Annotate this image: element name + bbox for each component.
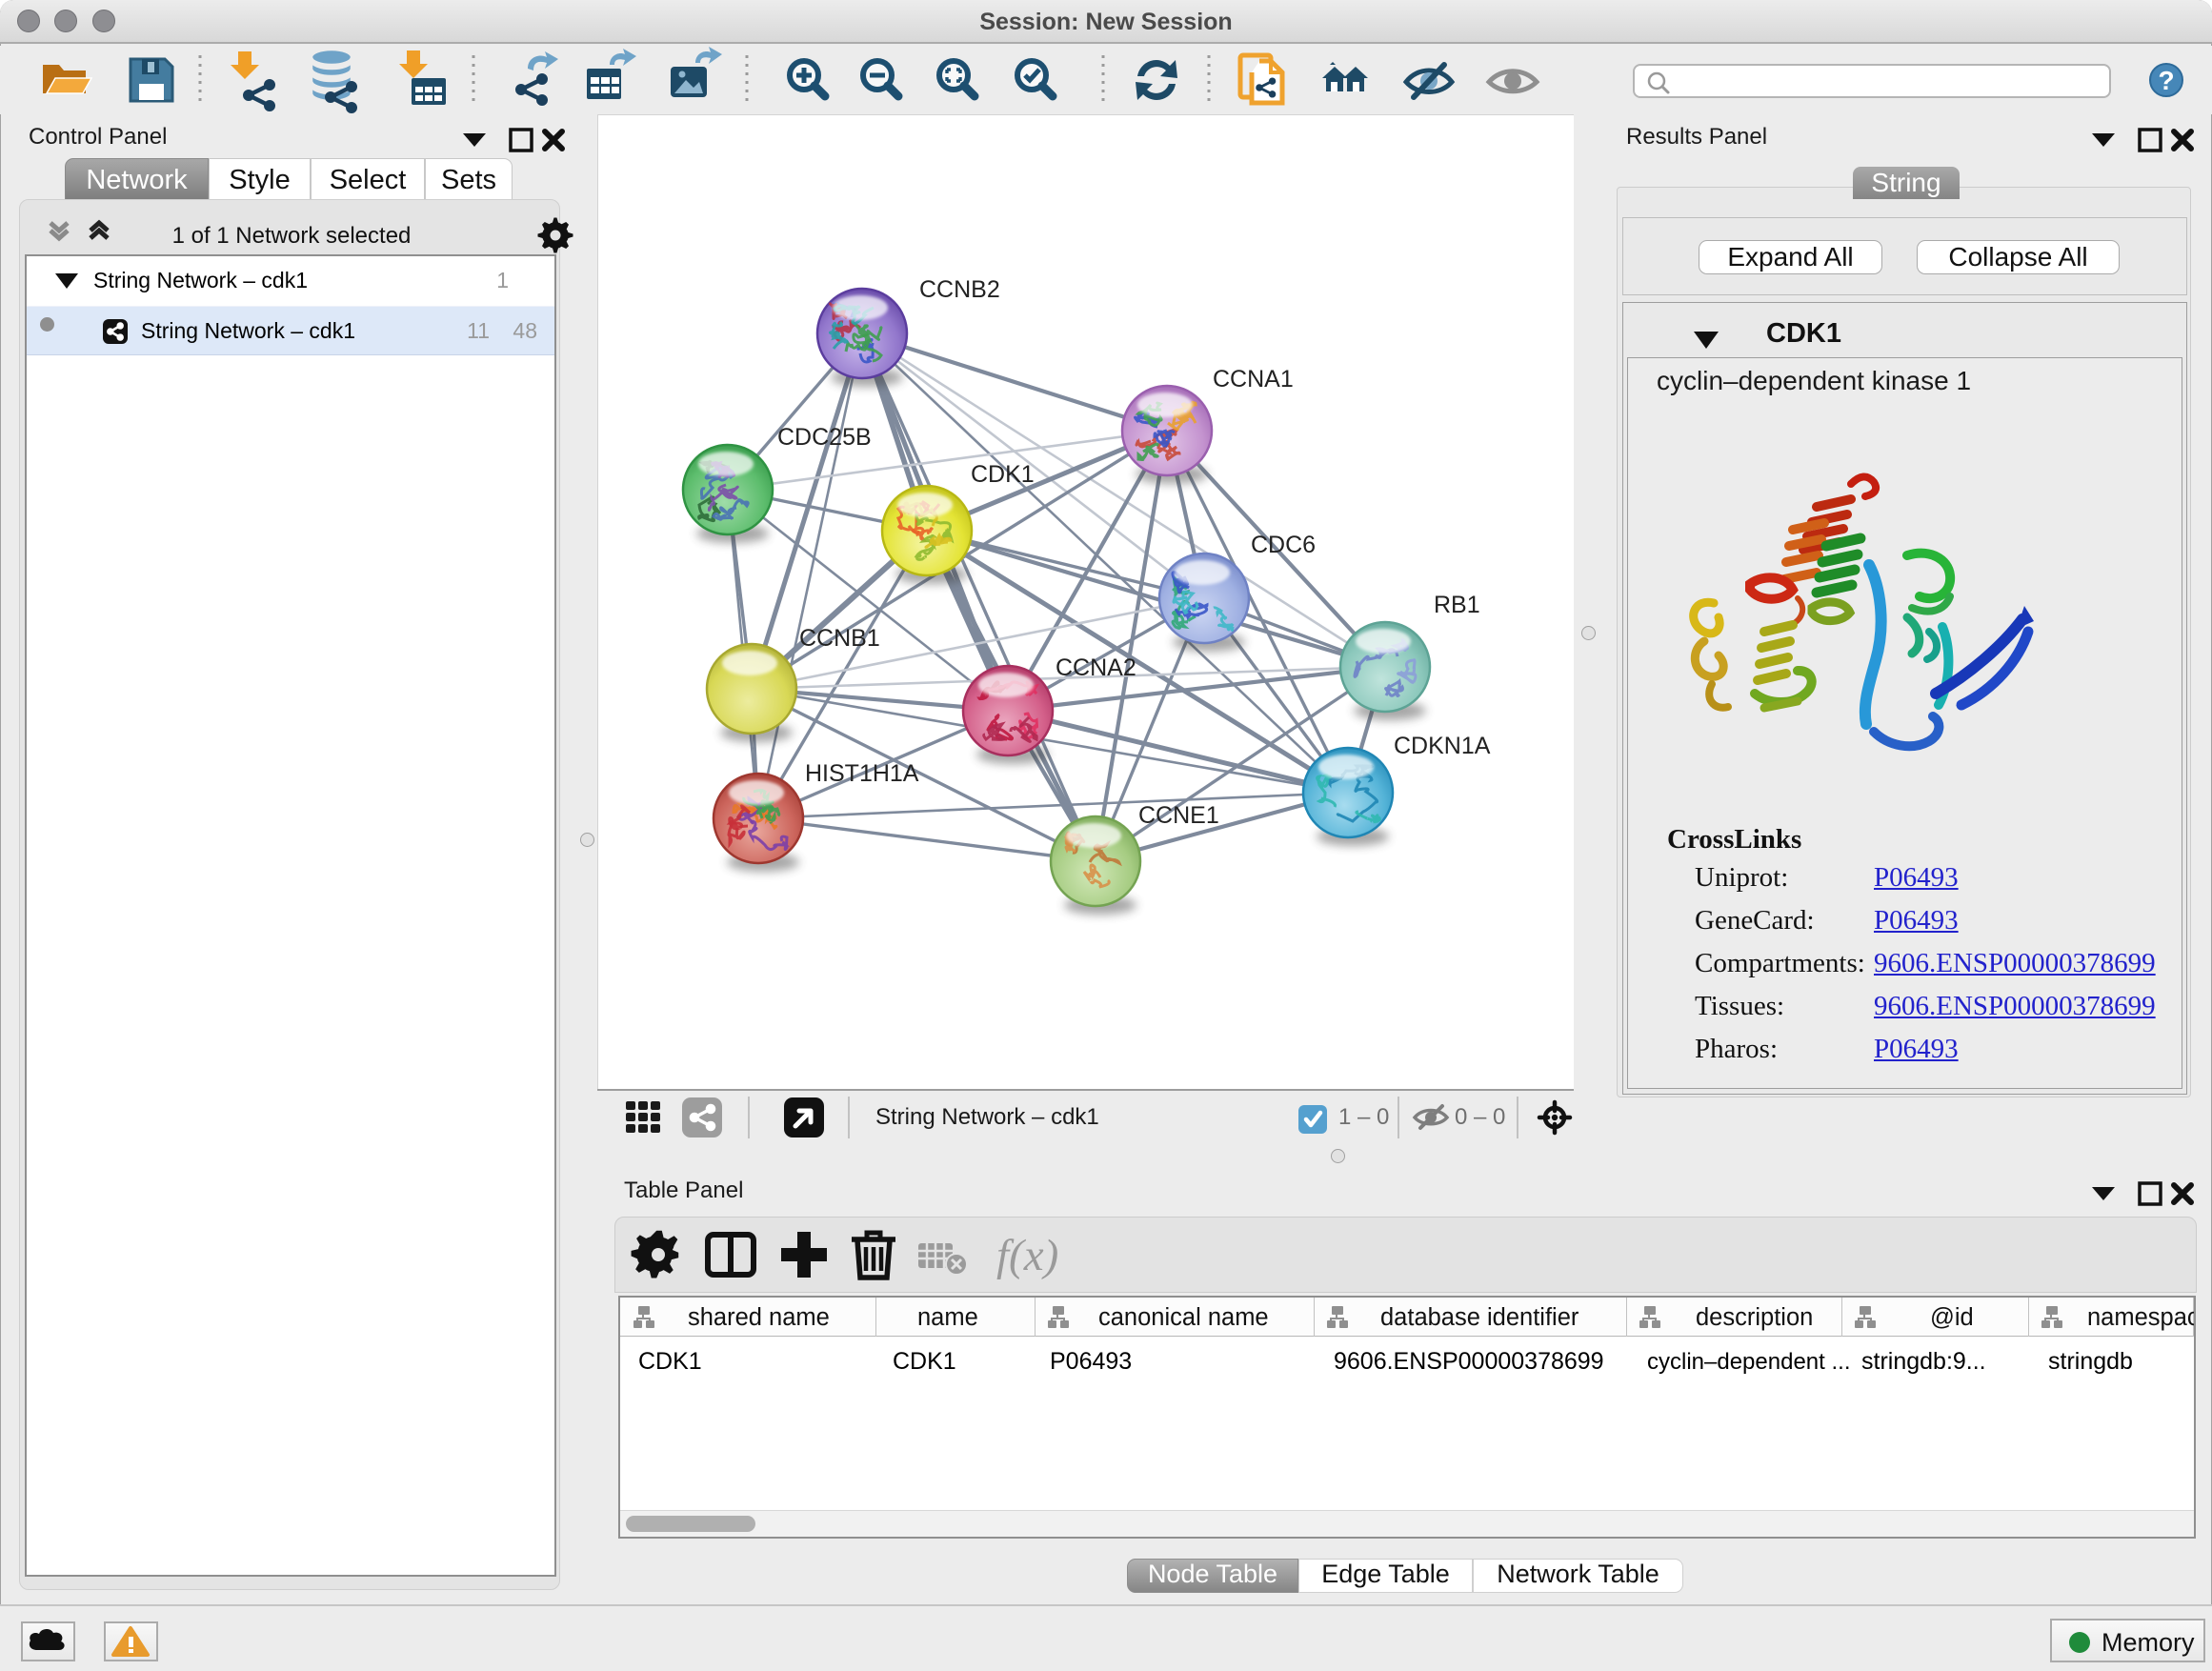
svg-text:CCNB2: CCNB2 xyxy=(919,276,1000,303)
svg-text:String Network – cdk1: String Network – cdk1 xyxy=(875,1104,1099,1130)
svg-text:CDKN1A: CDKN1A xyxy=(1394,733,1491,759)
svg-text:CDC25B: CDC25B xyxy=(777,424,872,451)
svg-text:CCNE1: CCNE1 xyxy=(1138,802,1219,829)
svg-text:shared name: shared name xyxy=(688,1304,830,1331)
svg-text:CCNA2: CCNA2 xyxy=(1056,654,1136,681)
svg-text:database identifier: database identifier xyxy=(1380,1304,1579,1331)
svg-text:CDK1: CDK1 xyxy=(971,461,1035,488)
svg-text:0 – 0: 0 – 0 xyxy=(1455,1104,1505,1130)
svg-text:namespac: namespac xyxy=(2087,1304,2194,1331)
svg-text:name: name xyxy=(917,1304,978,1331)
svg-text:f(x): f(x) xyxy=(996,1231,1058,1280)
svg-text:@id: @id xyxy=(1930,1304,1974,1331)
svg-text:CCNB1: CCNB1 xyxy=(799,625,880,652)
svg-text:HIST1H1A: HIST1H1A xyxy=(805,760,919,787)
svg-text:RB1: RB1 xyxy=(1434,592,1480,618)
svg-text:CDC6: CDC6 xyxy=(1251,532,1316,558)
svg-text:CCNA1: CCNA1 xyxy=(1213,366,1294,393)
svg-text:1 – 0: 1 – 0 xyxy=(1338,1104,1389,1130)
svg-text:canonical name: canonical name xyxy=(1098,1304,1269,1331)
svg-text:description: description xyxy=(1696,1304,1813,1331)
svg-text:?: ? xyxy=(2158,66,2174,95)
